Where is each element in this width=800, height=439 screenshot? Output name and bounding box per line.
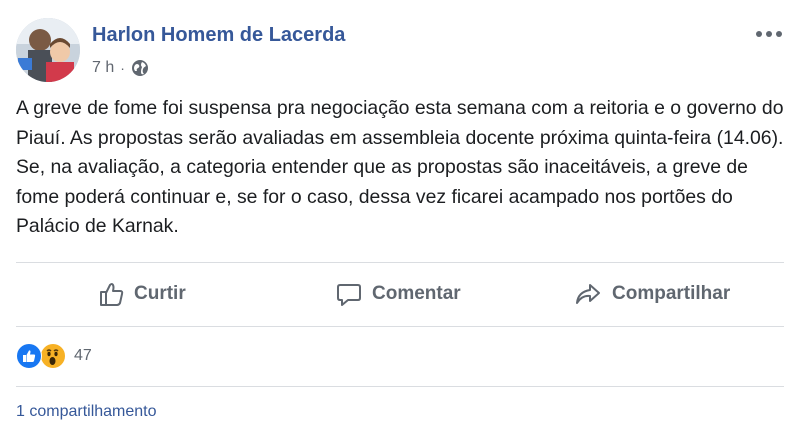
action-bar: Curtir Comentar Compartilhar	[16, 262, 784, 326]
post-meta: 7 h ·	[92, 57, 149, 79]
like-icon	[16, 343, 42, 369]
reaction-count[interactable]: 47	[74, 347, 92, 365]
post-body: A greve de fome foi suspensa pra negocia…	[16, 97, 784, 237]
more-options-icon[interactable]	[754, 24, 784, 44]
comment-label: Comentar	[372, 283, 461, 304]
share-arrow-icon	[576, 284, 600, 304]
meta-separator: ·	[120, 60, 125, 76]
facebook-post: Harlon Homem de Lacerda 7 h · A greve de…	[0, 0, 800, 439]
author-name[interactable]: Harlon Homem de Lacerda	[92, 24, 345, 47]
divider	[16, 326, 784, 327]
wow-icon	[40, 343, 66, 369]
post-header: Harlon Homem de Lacerda 7 h ·	[16, 18, 784, 82]
like-label: Curtir	[134, 283, 186, 304]
post-timestamp[interactable]: 7 h	[92, 59, 114, 77]
reaction-icons	[16, 343, 70, 369]
divider	[16, 386, 784, 387]
globe-icon[interactable]	[131, 59, 149, 77]
comment-icon	[337, 284, 361, 306]
thumbs-up-icon	[100, 283, 124, 306]
share-count-link[interactable]: 1 compartilhamento	[16, 403, 157, 421]
like-button[interactable]: Curtir	[98, 262, 186, 326]
share-label: Compartilhar	[612, 283, 731, 304]
share-button[interactable]: Compartilhar	[574, 262, 730, 326]
comment-button[interactable]: Comentar	[336, 262, 461, 326]
avatar[interactable]	[16, 18, 80, 82]
reactions-summary[interactable]: 47	[16, 343, 92, 369]
